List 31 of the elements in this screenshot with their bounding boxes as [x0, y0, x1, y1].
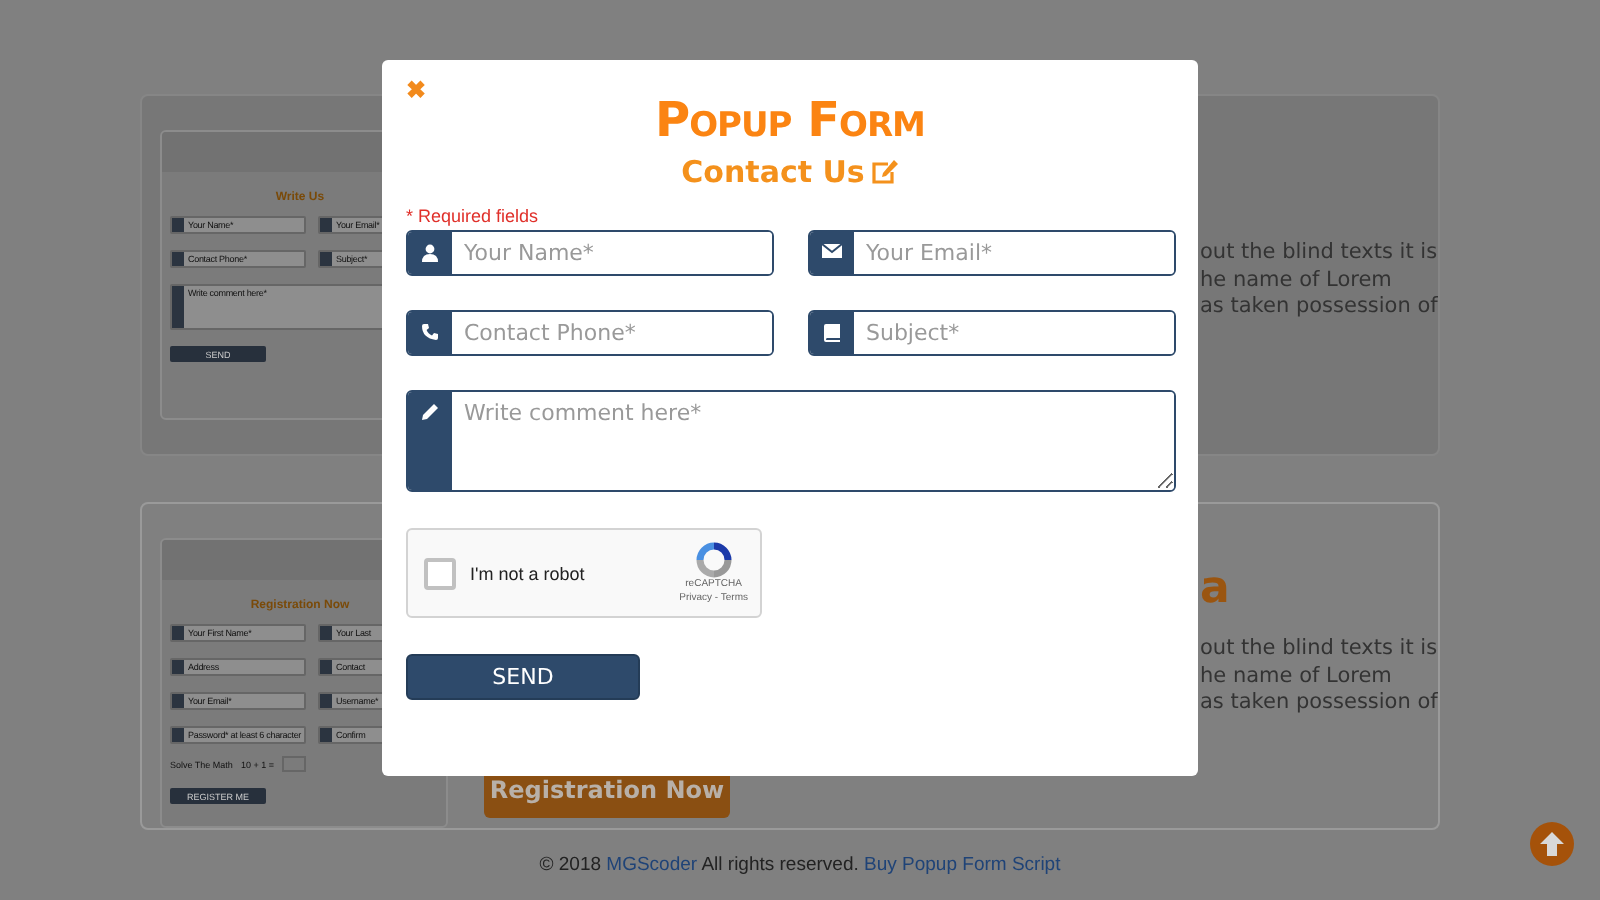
- card-text: out the blind texts it is: [1200, 240, 1438, 267]
- card-text: as taken possession of: [1200, 690, 1438, 717]
- send-button[interactable]: SEND: [406, 654, 640, 700]
- captcha-label: I'm not a robot: [470, 563, 587, 583]
- popup-title: Popup Form: [655, 92, 925, 148]
- card-text: out the blind texts it is: [1200, 636, 1438, 663]
- mail-icon: [822, 244, 842, 258]
- comment-field[interactable]: Write comment here*: [406, 390, 1176, 492]
- rights-text: All rights reserved.: [701, 854, 859, 876]
- user-icon: [422, 244, 438, 262]
- form-heading: Contact Us: [681, 154, 865, 190]
- card-text: as taken possession of: [1200, 294, 1438, 321]
- input-field[interactable]: Subject*: [808, 310, 1176, 356]
- card-text: he name of Lorem: [1200, 663, 1394, 690]
- captcha-logo-icon: [693, 541, 734, 577]
- card-text: he name of Lorem: [1200, 267, 1394, 294]
- arrow-up-icon: [1538, 830, 1566, 858]
- edit-icon: [872, 160, 899, 184]
- close-button[interactable]: ✖: [406, 76, 426, 104]
- input-field[interactable]: Your Name*: [406, 230, 774, 276]
- scroll-top-button[interactable]: [1530, 822, 1574, 866]
- author-link[interactable]: MGScoder: [606, 854, 698, 876]
- copyright-text: © 2018: [539, 854, 602, 876]
- captcha-checkbox[interactable]: [424, 557, 456, 589]
- card-heading: a: [1200, 568, 1232, 612]
- buy-link[interactable]: Buy Popup Form Script: [864, 854, 1061, 876]
- pencil-icon: [422, 404, 438, 420]
- phone-icon: [422, 324, 438, 340]
- book-icon: [824, 324, 840, 342]
- input-field[interactable]: Your Email*: [808, 230, 1176, 276]
- input-field[interactable]: Contact Phone*: [406, 310, 774, 356]
